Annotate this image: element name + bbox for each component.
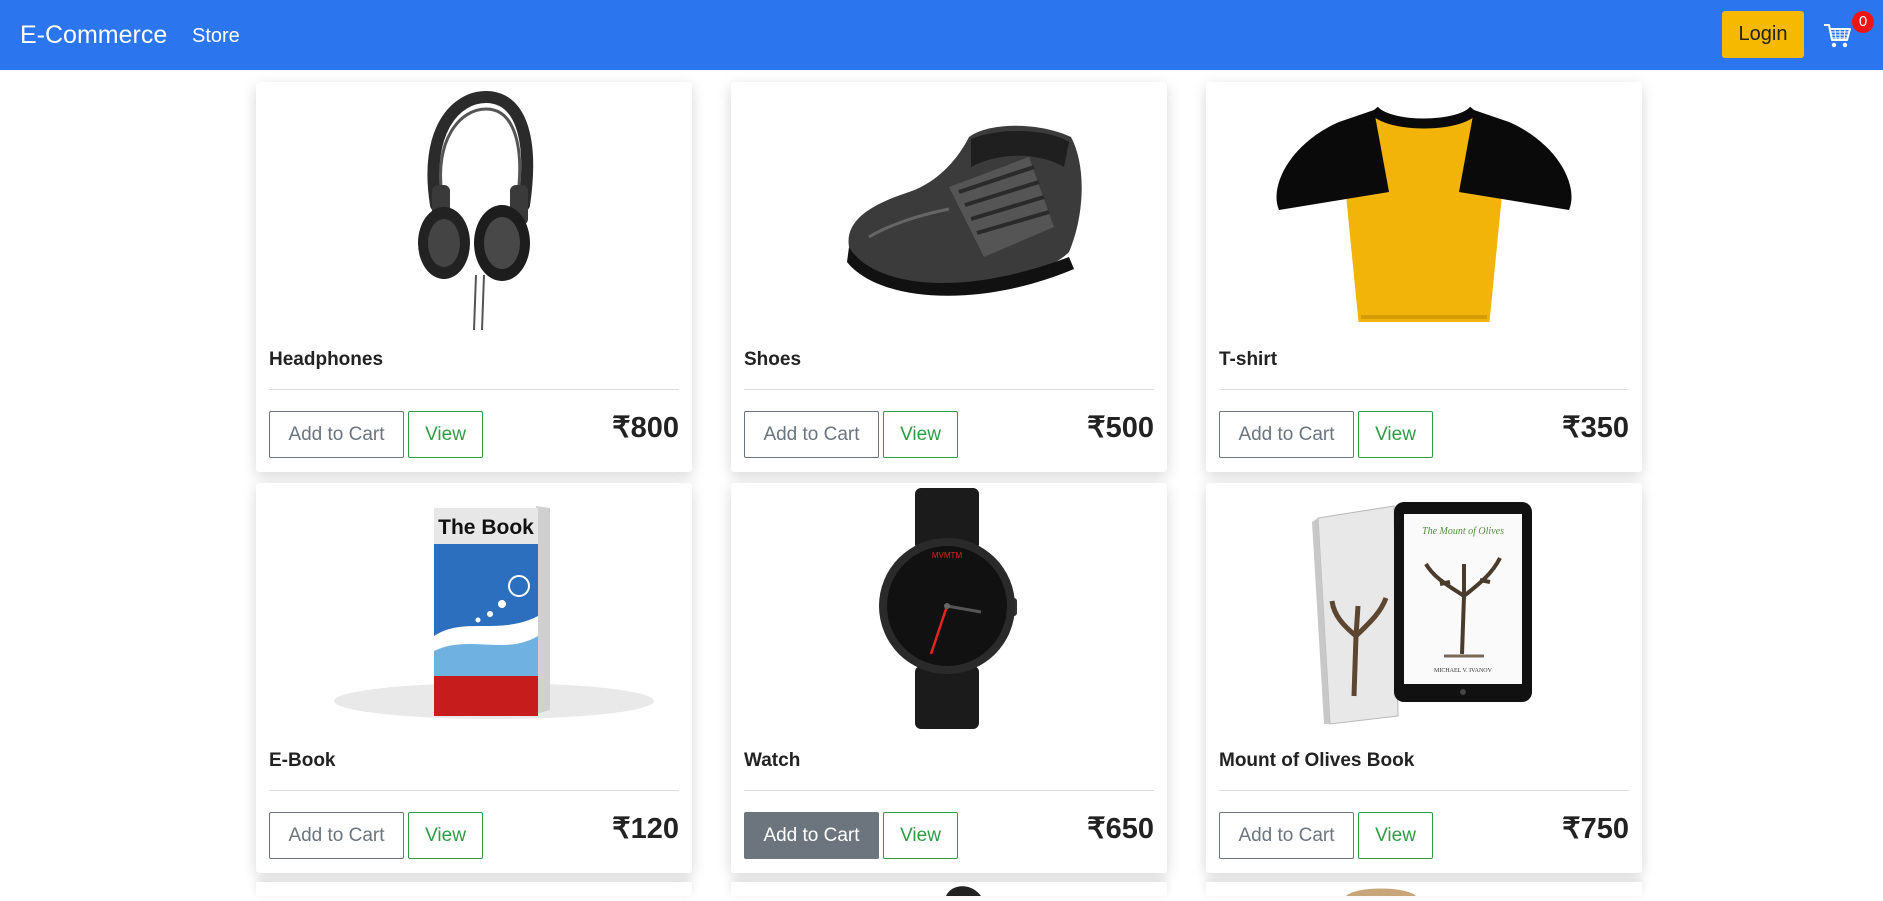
view-button[interactable]: View [1358,411,1433,458]
brand-link[interactable]: E-Commerce [20,20,167,50]
add-to-cart-button[interactable]: Add to Cart [1219,411,1354,458]
product-card: The Mount of Olives MICHAEL V. IVANOV Mo… [1206,483,1642,873]
view-button[interactable]: View [408,812,483,859]
add-to-cart-button[interactable]: Add to Cart [744,812,879,859]
top-navbar: E-Commerce Store Login 0 [0,0,1883,70]
divider [744,790,1154,791]
divider [1219,790,1629,791]
product-image-partial [1346,888,1416,896]
cart-count-badge: 0 [1852,11,1874,33]
divider [269,389,679,390]
olives-book-image[interactable]: The Mount of Olives MICHAEL V. IVANOV [1206,483,1642,733]
watch-image[interactable]: MVMTM [731,483,1167,733]
headphones-image[interactable] [256,82,692,332]
view-button[interactable]: View [883,411,958,458]
product-card: Shoes Add to Cart View ₹500 [731,82,1167,472]
tshirt-image[interactable] [1206,82,1642,332]
product-price: ₹650 [1087,813,1154,845]
add-to-cart-button[interactable]: Add to Cart [744,411,879,458]
view-button[interactable]: View [1358,812,1433,859]
add-to-cart-button[interactable]: Add to Cart [1219,812,1354,859]
book-image[interactable]: The Book [256,483,692,733]
book-cover-title: The Book [438,516,534,539]
product-name: E-Book [269,750,336,771]
login-button[interactable]: Login [1722,11,1804,58]
product-price: ₹500 [1087,412,1154,444]
product-name: Watch [744,750,801,771]
product-card: Headphones Add to Cart View ₹800 [256,82,692,472]
shoe-image[interactable] [731,82,1167,332]
olives-cover-title: The Mount of Olives [1422,526,1504,537]
view-button[interactable]: View [883,812,958,859]
product-price: ₹750 [1562,813,1629,845]
product-price: ₹120 [612,813,679,845]
product-price: ₹800 [612,412,679,444]
product-card: MVMTM Watch Add to Cart View ₹650 [731,483,1167,873]
product-name: Headphones [269,349,384,370]
product-name: Shoes [744,349,802,370]
divider [744,389,1154,390]
product-name: T-shirt [1219,349,1278,370]
view-button[interactable]: View [408,411,483,458]
product-card-partial [731,882,1167,896]
divider [269,790,679,791]
watch-brand-text: MVMTM [932,551,963,560]
product-name: Mount of Olives Book [1219,750,1415,771]
shopping-cart-icon[interactable] [1822,20,1852,50]
nav-store-link[interactable]: Store [192,24,240,48]
add-to-cart-button[interactable]: Add to Cart [269,411,404,458]
product-card: T-shirt Add to Cart View ₹350 [1206,82,1642,472]
divider [1219,389,1629,390]
olives-cover-author: MICHAEL V. IVANOV [1434,668,1493,674]
product-image-partial [946,886,981,896]
product-card-partial [1206,882,1642,896]
product-price: ₹350 [1562,412,1629,444]
product-card-partial [256,882,692,896]
add-to-cart-button[interactable]: Add to Cart [269,812,404,859]
product-card: The Book E-Book Add to Cart View ₹120 [256,483,692,873]
